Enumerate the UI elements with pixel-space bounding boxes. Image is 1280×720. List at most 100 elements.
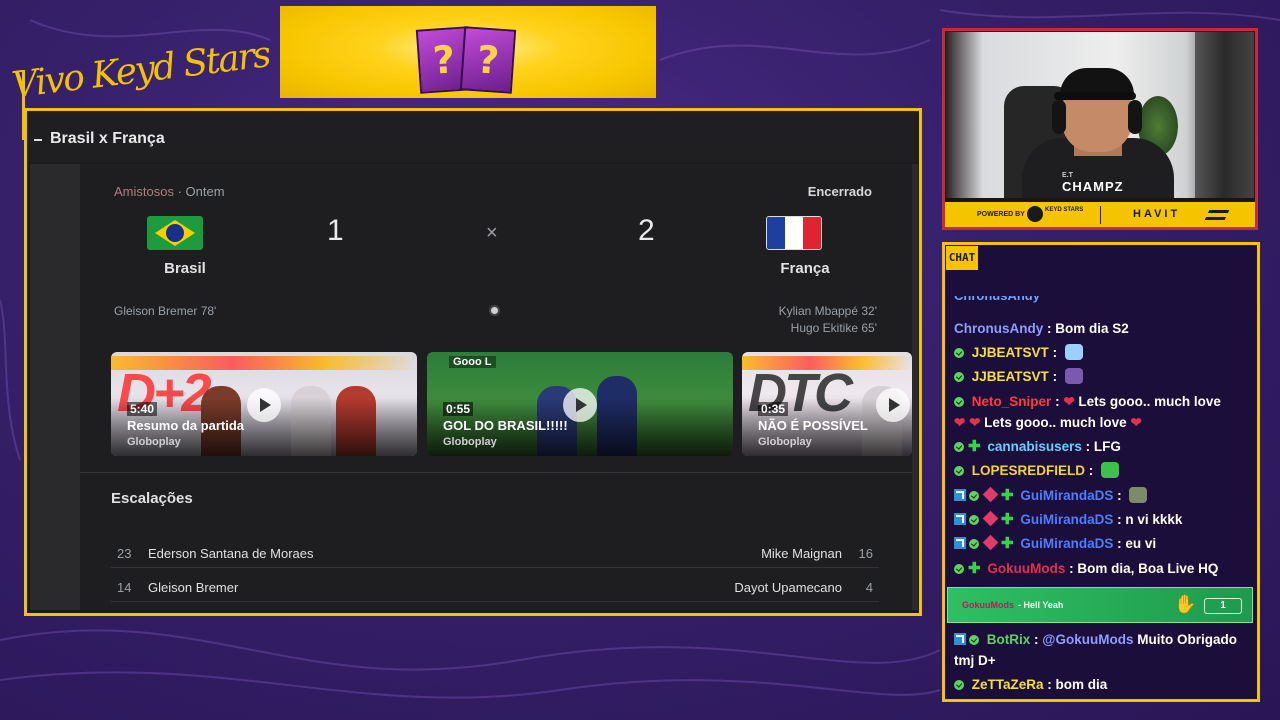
gem-badge-icon: [982, 486, 999, 503]
away-scorer: Kylian Mbappé 32': [778, 304, 877, 318]
chat-username[interactable]: ZeTTaZeRa: [972, 677, 1044, 692]
plus-badge-icon: ✚: [1001, 535, 1014, 552]
chat-text: Muito Obrigado: [1137, 632, 1237, 647]
home-score: 1: [327, 214, 344, 247]
verified-badge-icon: [954, 348, 964, 358]
verified-badge-icon: [969, 491, 979, 501]
prime-badge-icon: [954, 537, 966, 549]
chat-username[interactable]: GuiMirandaDS: [1020, 488, 1113, 503]
verified-badge-icon: [954, 372, 964, 382]
emote-icon: [1064, 368, 1083, 384]
chat-message: JJBEATSVT :: [954, 366, 1254, 388]
away-scorer: Hugo Ekitike 65': [790, 321, 877, 335]
hype-chat-card[interactable]: GokuuMods - Hell Yeah ✋ 1: [947, 587, 1253, 623]
sponsor-separator: [1100, 206, 1101, 224]
lineups-title: Escalações: [111, 490, 193, 507]
chat-username[interactable]: Neto_Sniper: [972, 394, 1052, 409]
video-title[interactable]: GOL DO BRASIL!!!!!: [443, 418, 568, 433]
plus-badge-icon: ✚: [1001, 511, 1014, 528]
france-flag-icon[interactable]: [766, 216, 822, 250]
chat-text: : eu vi: [1117, 536, 1157, 551]
home-player-name[interactable]: Ederson Santana de Moraes: [148, 546, 314, 561]
video-card[interactable]: D+2 5:40 Resumo da partida Globoplay: [111, 352, 417, 456]
hype-username[interactable]: GokuuMods: [962, 600, 1014, 610]
play-icon[interactable]: [247, 388, 281, 422]
chat-username[interactable]: GuiMirandaDS: [1020, 512, 1113, 527]
section-divider: [80, 472, 912, 473]
chat-mention[interactable]: @GokuuMods: [1042, 632, 1133, 647]
chat-text: : Bom dia S2: [1047, 321, 1129, 336]
chat-username[interactable]: JJBEATSVT: [972, 369, 1049, 384]
chat-previous-message-cut: ChronusAndy: [954, 296, 1054, 306]
chat-text: :: [1088, 463, 1094, 478]
havit-logo: HAVIT: [1133, 208, 1181, 220]
away-player-number: 4: [865, 580, 873, 595]
video-source: Globoplay: [758, 436, 812, 448]
chat-text: :: [1034, 632, 1039, 647]
away-player-number: 16: [858, 546, 873, 561]
heart-icon: ❤: [954, 415, 966, 430]
chat-text: :: [1052, 345, 1058, 360]
chat-message: BotRix : @GokuuMods Muito Obrigado: [954, 629, 1254, 651]
chat-username[interactable]: GuiMirandaDS: [1020, 536, 1113, 551]
verified-badge-icon: [954, 397, 964, 407]
soccer-ball-icon: [489, 305, 500, 316]
verified-badge-icon: [954, 680, 964, 690]
home-team-name[interactable]: Brasil: [125, 260, 245, 277]
chat-username[interactable]: LOPESREDFIELD: [972, 463, 1085, 478]
prime-badge-icon: [954, 633, 966, 645]
powered-by-label: POWERED BY: [977, 211, 1025, 218]
mystery-box-banner: ? ?: [280, 6, 656, 98]
scrollbar[interactable]: [912, 164, 918, 610]
headset-icon: [1052, 100, 1066, 134]
keyd-stars-logo-icon: [1027, 206, 1043, 222]
sponsor-mark-icon: [1204, 210, 1230, 220]
emote-icon: [1129, 487, 1148, 503]
chat-username[interactable]: JJBEATSVT: [972, 345, 1049, 360]
play-icon[interactable]: [876, 388, 910, 422]
chat-username[interactable]: ChronusAndy: [954, 321, 1043, 336]
video-duration: 0:35: [758, 402, 789, 416]
panel-title: Brasil x França: [50, 130, 165, 147]
lineup-row[interactable]: 23 Ederson Santana de Moraes Mike Maigna…: [111, 538, 879, 568]
webcam-curtain: [1195, 32, 1254, 198]
video-title[interactable]: Resumo da partida: [127, 418, 244, 433]
lineup-row[interactable]: 14 Gleison Bremer Dayot Upamecano 4: [111, 572, 879, 602]
chat-message: ❤ ❤ Lets gooo.. much love ❤: [954, 412, 1254, 434]
video-duration: 0:55: [443, 402, 474, 416]
chat-message: ✚ GuiMirandaDS : n vi kkkk: [954, 509, 1254, 531]
match-status: Encerrado: [807, 184, 872, 199]
play-icon[interactable]: [563, 388, 597, 422]
away-player-name[interactable]: Mike Maignan: [761, 546, 842, 561]
chat-username[interactable]: BotRix: [987, 632, 1031, 647]
keyd-stars-label: KEYD STARS: [1045, 207, 1084, 213]
chat-message: LOPESREDFIELD :: [954, 460, 1254, 482]
chat-username[interactable]: GokuuMods: [987, 561, 1065, 576]
home-player-number: 23: [117, 546, 132, 561]
prime-badge-icon: [954, 513, 966, 525]
score-separator: ×: [486, 222, 498, 244]
chat-label: CHAT: [946, 246, 978, 270]
chat-username[interactable]: cannabisusers: [987, 439, 1082, 454]
competition-info: Amistosos · Ontem: [114, 184, 225, 199]
brazil-flag-icon[interactable]: [147, 216, 203, 250]
away-team-name[interactable]: França: [745, 260, 865, 277]
verified-badge-icon: [954, 564, 964, 574]
chat-message: ✚ GokuuMods : Bom dia, Boa Live HQ: [954, 558, 1254, 580]
video-title[interactable]: NÃO É POSSÍVEL: [758, 418, 868, 433]
rock-hand-icon: ✋: [1174, 594, 1197, 614]
video-card[interactable]: Gooo L 0:55 GOL DO BRASIL!!!!! Globoplay: [427, 352, 733, 456]
sponsor-bar: POWERED BY KEYD STARS HAVIT: [942, 202, 1258, 230]
home-player-number: 14: [117, 580, 132, 595]
emote-icon: [1064, 344, 1083, 360]
chat-text: :: [1117, 488, 1122, 503]
away-player-name[interactable]: Dayot Upamecano: [734, 580, 842, 595]
chat-text: :: [1052, 369, 1058, 384]
chat-text: :: [1055, 394, 1060, 409]
chat-text: : Bom dia, Boa Live HQ: [1069, 561, 1219, 576]
chat-text: Lets gooo.. much love: [1078, 394, 1221, 409]
video-card[interactable]: DTC 0:35 NÃO É POSSÍVEL Globoplay: [742, 352, 912, 456]
chat-text: : bom dia: [1047, 677, 1108, 692]
home-player-name[interactable]: Gleison Bremer: [148, 580, 238, 595]
competition-name[interactable]: Amistosos: [114, 184, 174, 199]
